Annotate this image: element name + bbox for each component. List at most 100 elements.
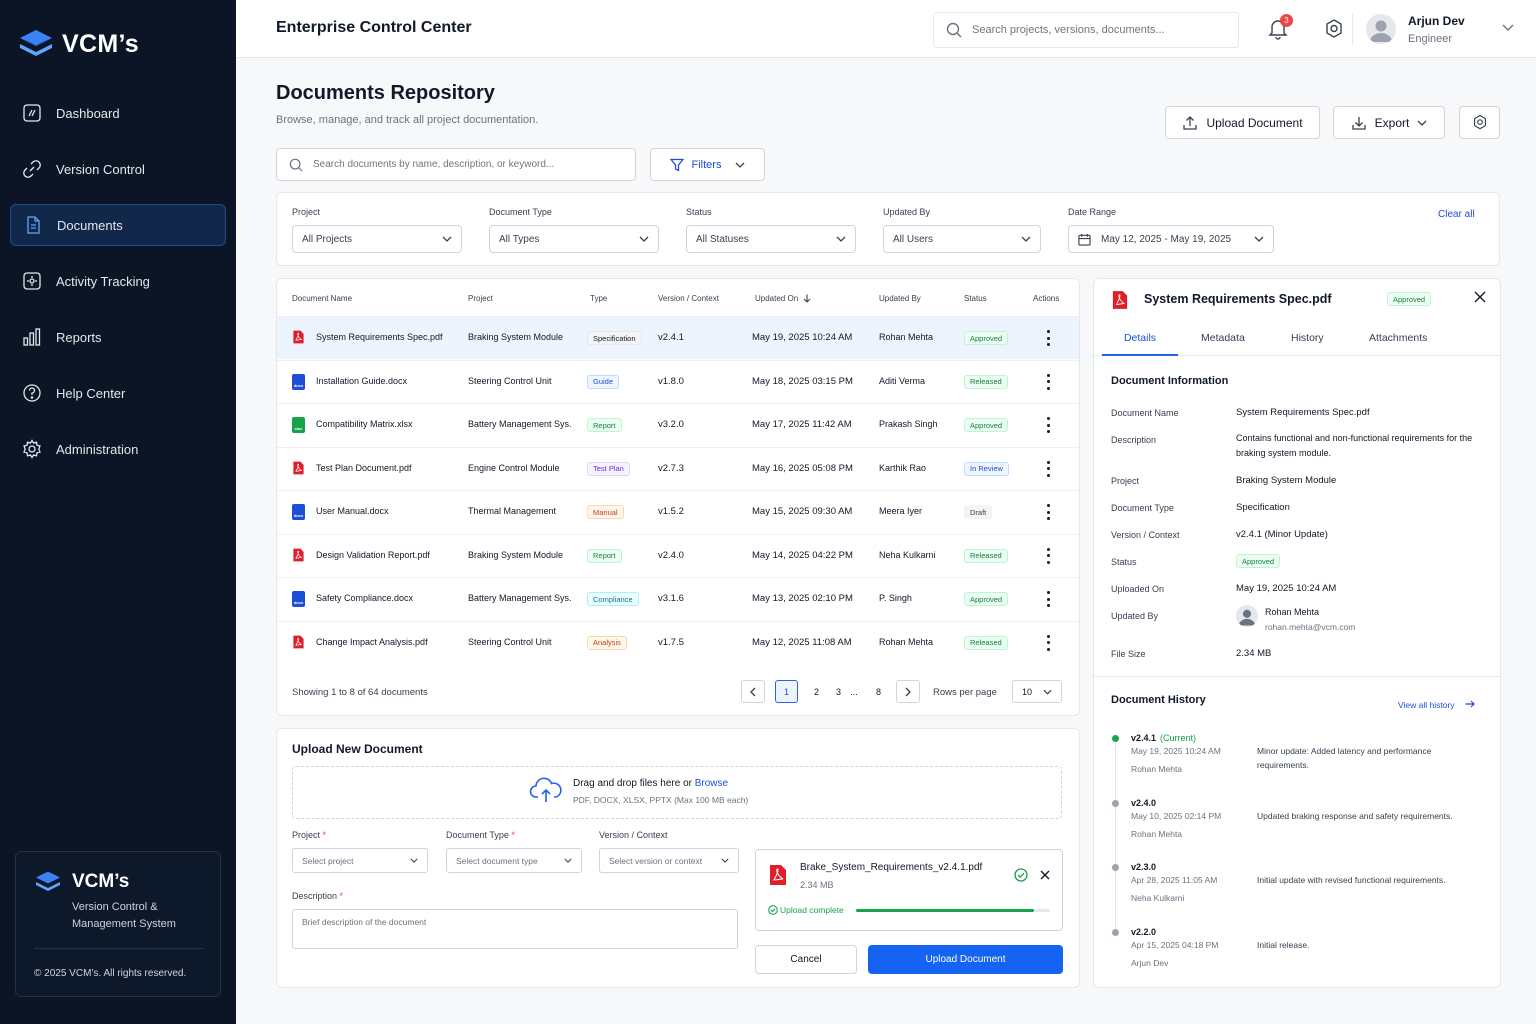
description-textarea[interactable]: Brief description of the document <box>292 909 738 949</box>
dot <box>1046 641 1050 644</box>
table-row[interactable]: Change Impact Analysis.pdf Steering Contr… <box>277 620 1079 664</box>
updated-by-filter-value: All Users <box>893 233 934 245</box>
global-search[interactable] <box>933 12 1239 48</box>
sidebar-item-reports[interactable]: Reports <box>10 316 226 358</box>
document-name-cell: Compatibility Matrix.xlsx <box>316 419 413 429</box>
sidebar-item-administration[interactable]: Administration <box>10 428 226 470</box>
table-row[interactable]: docx Safety Compliance.docx Battery Manage… <box>277 577 1079 620</box>
submit-upload-button[interactable]: Upload Document <box>868 945 1063 974</box>
row-actions-icon[interactable] <box>1045 634 1051 651</box>
type-field-select[interactable]: Select document type <box>446 848 582 873</box>
column-header-name[interactable]: Document Name <box>292 294 352 303</box>
view-all-history-link[interactable]: View all history <box>1398 700 1475 710</box>
column-header-updated-on[interactable]: Updated On <box>755 294 811 303</box>
column-header-updated-by[interactable]: Updated By <box>879 294 921 303</box>
file-dropzone[interactable]: Drag and drop files here or Browse PDF, … <box>292 766 1062 819</box>
type-filter-select[interactable]: All Types <box>489 225 659 253</box>
row-actions-icon[interactable] <box>1045 330 1051 346</box>
column-header-version[interactable]: Version / Context <box>658 294 719 303</box>
version-field-placeholder: Select version or context <box>609 855 703 866</box>
clear-all-link[interactable]: Clear all <box>1438 209 1475 220</box>
upload-document-button[interactable]: Upload Document <box>1165 106 1320 139</box>
avatar <box>1236 605 1258 627</box>
row-actions-icon[interactable] <box>1045 417 1051 433</box>
table-row[interactable]: System Requirements Spec.pdf Braking Syst… <box>277 316 1079 359</box>
info-key: Status <box>1111 557 1137 567</box>
updated-by-cell: Karthik Rao <box>879 462 927 473</box>
brand-subtitle: Version Control & Management System <box>72 901 176 930</box>
sidebar-item-label: Dashboard <box>56 105 120 121</box>
avatar[interactable] <box>1366 14 1396 44</box>
close-icon[interactable] <box>1474 291 1486 303</box>
detail-tabs: Details Metadata History Attachments <box>1094 326 1500 356</box>
divider <box>34 948 204 949</box>
activity-icon <box>23 272 41 290</box>
history-description: Initial release. <box>1257 939 1310 950</box>
date-range-select[interactable]: May 12, 2025 - May 19, 2025 <box>1068 225 1274 253</box>
document-name-cell: System Requirements Spec.pdf <box>316 332 443 342</box>
tab-metadata[interactable]: Metadata <box>1201 332 1245 356</box>
row-actions-icon[interactable] <box>1045 504 1051 520</box>
export-button[interactable]: Export <box>1333 106 1445 139</box>
settings-icon[interactable] <box>1324 18 1344 40</box>
close-icon[interactable] <box>1040 870 1050 880</box>
column-header-project[interactable]: Project <box>468 294 493 303</box>
table-row[interactable]: docx User Manual.docx Thermal Management Ma… <box>277 490 1079 533</box>
sidebar-item-version-control[interactable]: Version Control <box>10 148 226 190</box>
tab-history[interactable]: History <box>1291 332 1324 356</box>
global-search-input[interactable] <box>972 24 1212 36</box>
previous-page-button[interactable] <box>741 680 765 703</box>
tab-attachments[interactable]: Attachments <box>1369 332 1427 356</box>
table-row[interactable]: xlsx Compatibility Matrix.xlsx Battery Man… <box>277 403 1079 446</box>
documents-table: Document Name Project Type Version / Con… <box>276 278 1080 716</box>
status-filter-select[interactable]: All Statuses <box>686 225 856 253</box>
page-button-2[interactable]: 2 <box>805 680 828 703</box>
column-header-status[interactable]: Status <box>964 294 987 303</box>
version-cell: v2.7.3 <box>658 462 684 474</box>
project-field-select[interactable]: Select project <box>292 848 428 873</box>
chevron-down-icon <box>736 162 745 168</box>
logo[interactable]: VCM’s <box>18 28 139 60</box>
chevron-down-icon <box>442 236 452 242</box>
version-field-select[interactable]: Select version or context <box>599 848 739 873</box>
row-actions-icon[interactable] <box>1045 460 1051 477</box>
check-circle-icon <box>1014 868 1028 882</box>
sidebar-item-dashboard[interactable]: Dashboard <box>10 92 226 134</box>
info-project: Braking System Module <box>1236 475 1337 486</box>
pdf-icon <box>1112 291 1128 309</box>
cancel-button[interactable]: Cancel <box>755 945 857 974</box>
type-filter-label: Document Type <box>489 207 552 217</box>
updated-on-cell: May 19, 2025 10:24 AM <box>752 332 853 343</box>
history-meta: May 10, 2025 02:14 PM Rohan Mehta <box>1131 807 1221 843</box>
table-row[interactable]: Test Plan Document.pdf Engine Control Mod… <box>277 446 1079 490</box>
row-actions-icon[interactable] <box>1045 547 1051 564</box>
version-cell: v1.5.2 <box>658 506 684 517</box>
updated-by-filter-select[interactable]: All Users <box>883 225 1041 253</box>
uploaded-file-name: Brake_System_Requirements_v2.4.1.pdf <box>800 862 983 873</box>
updated-by-cell: Rohan Mehta <box>879 332 934 342</box>
document-search-input[interactable] <box>313 159 613 170</box>
history-meta: May 19, 2025 10:24 AM Rohan Mehta <box>1131 742 1221 778</box>
sidebar-item-activity-tracking[interactable]: Activity Tracking <box>10 260 226 302</box>
tab-details[interactable]: Details <box>1102 332 1178 356</box>
document-search[interactable] <box>276 148 636 181</box>
page-button-1[interactable]: 1 <box>775 680 798 703</box>
top-bar: Enterprise Control Center 3 Arjun Dev En… <box>236 0 1536 58</box>
browse-link[interactable]: Browse <box>695 778 728 789</box>
main-content: Documents Repository Browse, manage, and… <box>236 58 1536 1024</box>
settings-button[interactable] <box>1459 106 1500 139</box>
chevron-down-icon[interactable] <box>1502 24 1514 32</box>
sidebar-item-documents[interactable]: Documents <box>10 204 226 246</box>
history-date: Apr 15, 2025 04:18 PM <box>1131 939 1219 950</box>
sidebar-item-help-center[interactable]: Help Center <box>10 372 226 414</box>
next-page-button[interactable] <box>896 680 920 703</box>
table-row[interactable]: docx Installation Guide.docx Steering Cont… <box>277 359 1079 403</box>
rows-per-page-select[interactable]: 10 <box>1012 680 1062 703</box>
table-row[interactable]: Design Validation Report.pdf Braking Syst… <box>277 533 1079 577</box>
filters-button[interactable]: Filters <box>650 148 765 181</box>
project-filter-select[interactable]: All Projects <box>292 225 462 253</box>
column-header-type[interactable]: Type <box>590 294 607 303</box>
page-button-8[interactable]: 8 <box>867 680 890 703</box>
row-actions-icon[interactable] <box>1045 591 1051 607</box>
row-actions-icon[interactable] <box>1045 373 1051 390</box>
